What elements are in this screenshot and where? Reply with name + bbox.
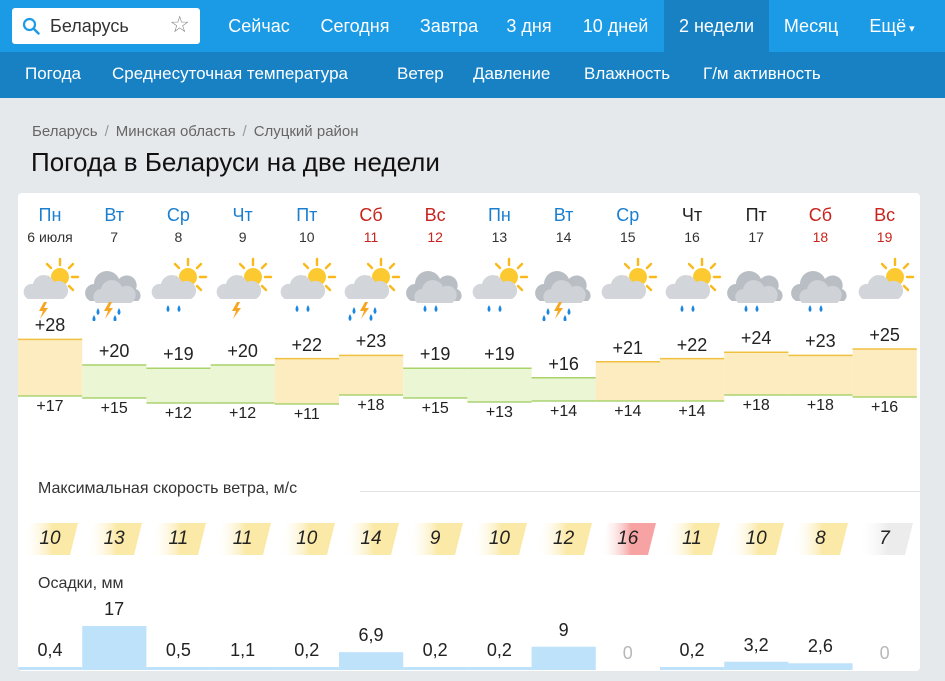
breadcrumb-item[interactable]: Слуцкий район [254, 123, 359, 140]
nav-tab-label: 10 дней [582, 16, 649, 36]
precip-bar [531, 646, 596, 670]
precip-bar [339, 652, 404, 670]
nav-tab-label: Ещё [869, 16, 907, 36]
precip-bar [82, 626, 147, 670]
nav-tab[interactable]: Завтра [404, 0, 494, 52]
precip-value: 1,1 [230, 640, 256, 660]
precip-bar [403, 667, 468, 670]
star-icon[interactable]: ☆ [169, 13, 190, 36]
subnav-item[interactable]: Среднесуточная температура [112, 52, 348, 98]
nav-tab-label: Месяц [783, 16, 839, 36]
subnav-item[interactable]: Погода [25, 52, 81, 98]
precip-bar [467, 667, 532, 670]
subnav-item[interactable]: Г/м активность [703, 52, 821, 98]
precipitation-chart [18, 626, 853, 670]
nav-tab-label: 2 недели [678, 16, 755, 36]
precip-value: 3,2 [743, 634, 769, 655]
nav-tab[interactable]: Сейчас [208, 0, 310, 52]
nav-tab-label: Завтра [419, 16, 479, 36]
precip-bar [146, 667, 211, 670]
search-input[interactable]: Беларусь [50, 16, 129, 37]
precip-bar [660, 667, 725, 670]
precip-value: 0,2 [294, 640, 320, 660]
subnav-item[interactable]: Давление [473, 52, 550, 98]
nav-tab-label: 3 дня [506, 16, 552, 36]
precip-bar [724, 661, 789, 670]
precip-bar [210, 667, 275, 670]
precip-value: 0,2 [422, 640, 448, 660]
nav-tab[interactable]: 3 дня [494, 0, 564, 52]
page-title: Погода в Беларуси на две недели [31, 147, 440, 177]
precip-bar [274, 667, 339, 670]
nav-tab[interactable]: Месяц [770, 0, 852, 52]
precip-value: 6,9 [358, 625, 384, 646]
precip-value: 0,4 [37, 640, 63, 660]
top-nav: Беларусь ☆ Сейчас Сегодня Завтра 3 дня 10 дн… [0, 0, 945, 52]
precip-bar [788, 663, 853, 670]
chevron-down-icon: ▾ [909, 23, 915, 35]
precip-value: 2,6 [807, 636, 833, 657]
precip-value: 9 [558, 619, 569, 640]
nav-tab-label: Сейчас [228, 16, 290, 36]
precip-value: 0 [622, 643, 633, 663]
precip-value: 0,5 [165, 640, 191, 660]
precip-value: 17 [104, 599, 125, 619]
breadcrumb-item[interactable]: Беларусь [32, 123, 98, 140]
breadcrumb: Беларусь / Минская область / Слуцкий район [32, 123, 359, 140]
sub-nav: Погода Среднесуточная температура Ветер Дав… [0, 52, 945, 98]
precip-bar [18, 667, 83, 670]
nav-tab[interactable]: 10 дней [566, 0, 665, 52]
precip-value: 0 [879, 643, 890, 663]
nav-tab[interactable]: Ещё ▾ [852, 0, 932, 52]
nav-tab[interactable]: 2 недели [664, 0, 769, 52]
precip-value: 0,2 [486, 640, 512, 660]
search-icon[interactable] [22, 17, 40, 35]
precip-value: 0,2 [679, 640, 705, 660]
search-box[interactable]: Беларусь ☆ [12, 8, 200, 44]
subnav-item[interactable]: Влажность [584, 52, 670, 98]
subnav-item[interactable]: Ветер [397, 52, 444, 98]
forecast-panel: Пн 6 июля Вт 7 Ср 8 Чт 9 Пт 10 Сб 11 Вс … [18, 193, 920, 671]
breadcrumb-item[interactable]: Минская область [116, 123, 236, 140]
nav-tab[interactable]: Сегодня [306, 0, 404, 52]
nav-tab-label: Сегодня [320, 16, 390, 36]
